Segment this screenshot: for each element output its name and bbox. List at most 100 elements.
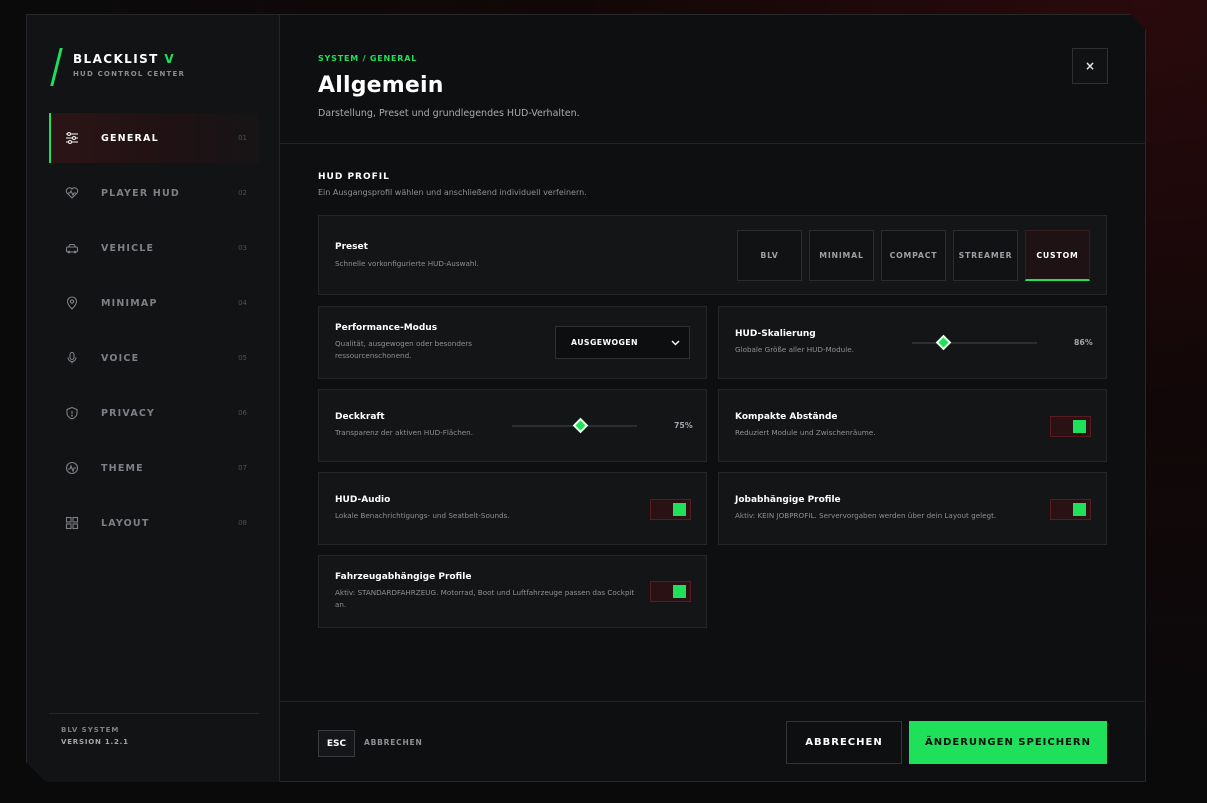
job-profiles-card: Jobabhängige Profile Aktiv: KEIN JOBPROF…	[718, 472, 1107, 545]
sidebar-item-label: MINIMAP	[101, 297, 158, 309]
page-header: SYSTEM / GENERAL Allgemein Darstellung, …	[280, 15, 1146, 144]
preset-option-compact[interactable]: COMPACT	[881, 230, 946, 281]
opacity-desc: Transparenz der aktiven HUD-Flächen.	[335, 428, 474, 437]
opacity-slider[interactable]	[512, 417, 637, 434]
sidebar-item-label: VEHICLE	[101, 242, 155, 254]
vehicle-icon	[65, 241, 79, 255]
sidebar-item-number: 06	[238, 409, 247, 417]
vehicle-profiles-desc: Aktiv: STANDARDFAHRZEUG. Motorrad, Boot …	[335, 588, 635, 609]
vehicle-profiles-card: Fahrzeugabhängige Profile Aktiv: STANDAR…	[318, 555, 707, 628]
performance-desc: Qualität, ausgewogen oder besonders ress…	[335, 339, 472, 360]
preset-card: Preset Schnelle vorkonfigurierte HUD-Aus…	[318, 215, 1107, 295]
sidebar-item-label: LAYOUT	[101, 517, 150, 529]
sidebar-item-number: 07	[238, 464, 247, 472]
scaling-slider-thumb[interactable]	[935, 334, 952, 351]
job-profiles-toggle[interactable]	[1050, 499, 1091, 520]
preset-title: Preset	[335, 242, 368, 252]
heart-pulse-icon	[65, 186, 79, 200]
shield-icon	[65, 406, 79, 420]
brand-accent: V	[164, 52, 175, 66]
hud-settings-window: BLACKLIST V HUD CONTROL CENTER GENERAL 0…	[26, 14, 1146, 782]
toggle-knob	[673, 503, 686, 516]
performance-mode-value: AUSGEWOGEN	[571, 338, 638, 347]
scaling-slider[interactable]	[912, 334, 1037, 351]
opacity-slider-thumb[interactable]	[572, 417, 588, 434]
audio-desc: Lokale Benachrichtigungs- und Seatbelt-S…	[335, 511, 510, 520]
system-name: BLV SYSTEM	[61, 726, 120, 734]
audio-toggle[interactable]	[650, 499, 691, 520]
chevron-down-icon	[671, 340, 680, 346]
compact-desc: Reduziert Module und Zwischenräume.	[735, 428, 876, 437]
preset-option-minimal[interactable]: MINIMAL	[809, 230, 874, 281]
map-pin-icon	[65, 296, 79, 310]
scaling-value: 86%	[1074, 338, 1093, 347]
section-title: HUD PROFIL	[318, 172, 390, 182]
preset-options: BLV MINIMAL COMPACT STREAMER CUSTOM	[737, 230, 1090, 281]
version-label: VERSION 1.2.1	[61, 738, 129, 746]
toggle-knob	[1073, 420, 1086, 433]
sidebar-item-label: PRIVACY	[101, 407, 156, 419]
opacity-value: 75%	[674, 421, 693, 430]
sidebar-item-privacy[interactable]: PRIVACY 06	[49, 388, 259, 438]
close-button[interactable]: ×	[1072, 48, 1108, 84]
main-panel: SYSTEM / GENERAL Allgemein Darstellung, …	[280, 15, 1146, 782]
preset-option-custom[interactable]: CUSTOM	[1025, 230, 1090, 281]
brand-title: BLACKLIST V	[73, 52, 175, 66]
sidebar-item-number: 01	[238, 134, 247, 142]
performance-title: Performance-Modus	[335, 323, 438, 333]
vehicle-profiles-toggle[interactable]	[650, 581, 691, 602]
page-title: Allgemein	[318, 73, 444, 98]
brand-name: BLACKLIST	[73, 52, 159, 66]
job-profiles-title: Jobabhängige Profile	[735, 495, 841, 505]
brand-slash-icon	[50, 48, 63, 86]
scaling-card: HUD-Skalierung Globale Größe aller HUD-M…	[718, 306, 1107, 379]
close-icon: ×	[1084, 59, 1096, 73]
sidebar-item-number: 03	[238, 244, 247, 252]
sidebar-item-number: 08	[238, 519, 247, 527]
sidebar-item-general[interactable]: GENERAL 01	[49, 113, 259, 163]
sidebar-item-player-hud[interactable]: PLAYER HUD 02	[49, 168, 259, 218]
sidebar-item-number: 05	[238, 354, 247, 362]
sidebar-item-label: THEME	[101, 462, 144, 474]
sidebar-item-number: 02	[238, 189, 247, 197]
toggle-knob	[1073, 503, 1086, 516]
sidebar-item-label: GENERAL	[101, 132, 159, 144]
sidebar-item-minimap[interactable]: MINIMAP 04	[49, 278, 259, 328]
vehicle-profiles-title: Fahrzeugabhängige Profile	[335, 572, 472, 582]
performance-mode-select[interactable]: AUSGEWOGEN	[555, 326, 690, 359]
scaling-title: HUD-Skalierung	[735, 329, 816, 339]
breadcrumb: SYSTEM / GENERAL	[318, 54, 418, 63]
opacity-card: Deckkraft Transparenz der aktiven HUD-Fl…	[318, 389, 707, 462]
section-subtitle: Ein Ausgangsprofil wählen und anschließe…	[318, 188, 587, 197]
esc-label: ABBRECHEN	[364, 738, 423, 747]
audio-title: HUD-Audio	[335, 495, 391, 505]
cancel-button[interactable]: ABBRECHEN	[786, 721, 902, 764]
compact-toggle[interactable]	[1050, 416, 1091, 437]
brand-subtitle: HUD CONTROL CENTER	[73, 70, 186, 78]
sidebar-item-vehicle[interactable]: VEHICLE 03	[49, 223, 259, 273]
compact-title: Kompakte Abstände	[735, 412, 838, 422]
save-button[interactable]: ÄNDERUNGEN SPEICHERN	[909, 721, 1107, 764]
performance-card: Performance-Modus Qualität, ausgewogen o…	[318, 306, 707, 379]
job-profiles-desc: Aktiv: KEIN JOBPROFIL. Servervorgaben we…	[735, 511, 997, 520]
sidebar-item-layout[interactable]: LAYOUT 08	[49, 498, 259, 548]
page-subtitle: Darstellung, Preset und grundlegendes HU…	[318, 108, 580, 119]
esc-key-hint[interactable]: ESC	[318, 730, 355, 757]
footer-bar: ESC ABBRECHEN ABBRECHEN ÄNDERUNGEN SPEIC…	[280, 701, 1146, 782]
sidebar-item-number: 04	[238, 299, 247, 307]
sidebar-item-theme[interactable]: THEME 07	[49, 443, 259, 493]
audio-card: HUD-Audio Lokale Benachrichtigungs- und …	[318, 472, 707, 545]
sliders-icon	[65, 131, 79, 145]
sidebar-footer: BLV SYSTEM VERSION 1.2.1	[49, 713, 259, 746]
sidebar-nav: GENERAL 01 PLAYER HUD 02 VEHICLE 03 MINI…	[49, 113, 259, 553]
sidebar-item-label: PLAYER HUD	[101, 187, 181, 199]
preset-desc: Schnelle vorkonfigurierte HUD-Auswahl.	[335, 259, 479, 268]
preset-option-blv[interactable]: BLV	[737, 230, 802, 281]
opacity-title: Deckkraft	[335, 412, 385, 422]
grid-icon	[65, 516, 79, 530]
sidebar-item-voice[interactable]: VOICE 05	[49, 333, 259, 383]
sidebar-item-label: VOICE	[101, 352, 140, 364]
preset-option-streamer[interactable]: STREAMER	[953, 230, 1018, 281]
microphone-icon	[65, 351, 79, 365]
compact-card: Kompakte Abstände Reduziert Module und Z…	[718, 389, 1107, 462]
